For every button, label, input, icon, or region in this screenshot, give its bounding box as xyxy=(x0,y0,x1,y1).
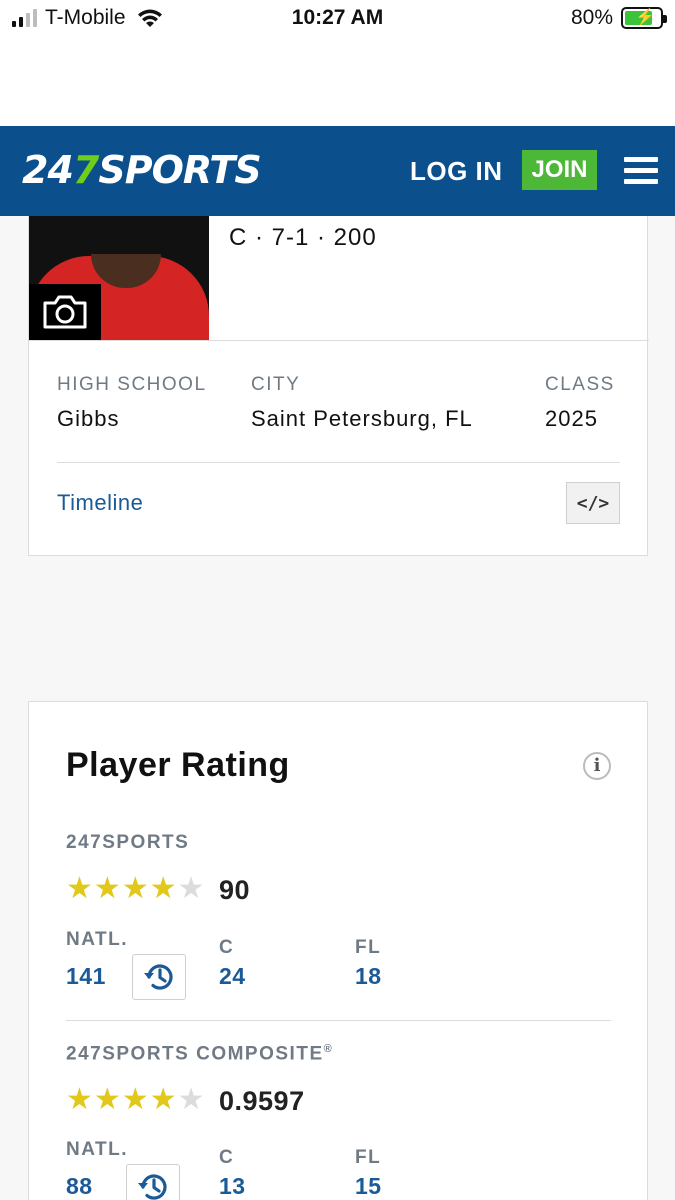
composite-rating-label: 247SPORTS COMPOSITE® xyxy=(66,1043,333,1065)
star-filled-icon: ★ xyxy=(66,1083,93,1116)
timeline-link[interactable]: Timeline xyxy=(57,490,143,516)
star-filled-icon: ★ xyxy=(121,872,149,905)
status-bar-right: 80% ⚡ xyxy=(570,6,667,30)
position-rank-value[interactable]: 13 xyxy=(219,1173,246,1200)
class-value: 2025 xyxy=(545,406,598,431)
star-rating: ★ ★ ★ ★ ★ xyxy=(66,874,206,904)
section-label-text: 247SPORTS COMPOSITE xyxy=(66,1043,324,1065)
history-icon xyxy=(138,1174,167,1200)
ranking-history-button[interactable] xyxy=(126,1164,180,1200)
site-logo[interactable]: 247SPORTS xyxy=(22,148,262,192)
divider xyxy=(29,340,649,341)
browser-blank-area xyxy=(0,38,675,126)
player-rating-card: Player Rating i 247SPORTS ★ ★ ★ ★ ★ 90 NATL.… xyxy=(28,701,648,1200)
site-header: 247SPORTS LOG IN JOIN xyxy=(0,126,675,216)
position-rank-value[interactable]: 24 xyxy=(219,963,246,990)
high-school-label: HIGH SCHOOL xyxy=(57,374,207,395)
hamburger-icon[interactable] xyxy=(624,157,658,185)
player-rating-title: Player Rating xyxy=(66,746,290,784)
logo-word: SPORTS xyxy=(98,148,261,192)
info-icon[interactable]: i xyxy=(583,752,611,780)
join-button[interactable]: JOIN xyxy=(522,150,597,190)
battery-percentage: 80% xyxy=(570,6,613,29)
national-rank-value[interactable]: 141 xyxy=(66,963,106,990)
rating-score: 0.9597 xyxy=(219,1086,305,1116)
city-value: Saint Petersburg, FL xyxy=(251,406,473,431)
247sports-rating-label: 247SPORTS xyxy=(66,832,189,854)
star-rating: ★ ★ ★ ★ ★ xyxy=(66,1085,206,1115)
class-label: CLASS xyxy=(545,374,615,395)
camera-icon[interactable] xyxy=(29,284,101,340)
state-rank-label: FL xyxy=(355,937,382,958)
embed-code-button[interactable]: </> xyxy=(566,482,620,524)
login-link[interactable]: LOG IN xyxy=(410,156,503,187)
history-icon xyxy=(144,964,173,990)
divider xyxy=(57,462,620,463)
national-rank-label: NATL. xyxy=(66,1139,129,1160)
star-filled-icon: ★ xyxy=(93,1083,121,1116)
star-filled-icon: ★ xyxy=(149,1083,177,1116)
logo-seven: 7 xyxy=(72,148,99,192)
battery-icon: ⚡ xyxy=(621,7,667,29)
status-bar: T-Mobile 10:27 AM 80% ⚡ xyxy=(0,0,675,38)
position-rank-label: C xyxy=(219,937,235,958)
star-filled-icon: ★ xyxy=(93,872,121,905)
section-label-text: 247SPORTS xyxy=(66,832,190,853)
player-photo[interactable] xyxy=(29,216,209,340)
national-rank-label: NATL. xyxy=(66,929,129,950)
city-label: CITY xyxy=(251,374,301,395)
rating-score: 90 xyxy=(219,875,251,905)
logo-number: 24 xyxy=(22,148,74,192)
registered-mark: ® xyxy=(323,1043,334,1055)
national-rank-value[interactable]: 88 xyxy=(66,1173,93,1200)
position-rank-label: C xyxy=(219,1147,235,1168)
state-rank-label: FL xyxy=(355,1147,382,1168)
state-rank-value[interactable]: 18 xyxy=(355,963,382,990)
player-profile-card: C · 7-1 · 200 HIGH SCHOOL Gibbs CITY Sai… xyxy=(28,216,649,556)
star-filled-icon: ★ xyxy=(121,1083,149,1116)
star-empty-icon: ★ xyxy=(177,872,205,905)
charging-bolt-icon: ⚡ xyxy=(635,9,655,26)
ranking-history-button[interactable] xyxy=(132,954,186,1000)
star-empty-icon: ★ xyxy=(177,1083,205,1116)
state-rank-value[interactable]: 15 xyxy=(355,1173,382,1200)
high-school-value[interactable]: Gibbs xyxy=(57,406,119,432)
star-filled-icon: ★ xyxy=(66,872,93,905)
divider xyxy=(66,1020,611,1021)
player-position-height-weight: C · 7-1 · 200 xyxy=(229,224,377,251)
star-filled-icon: ★ xyxy=(149,872,177,905)
